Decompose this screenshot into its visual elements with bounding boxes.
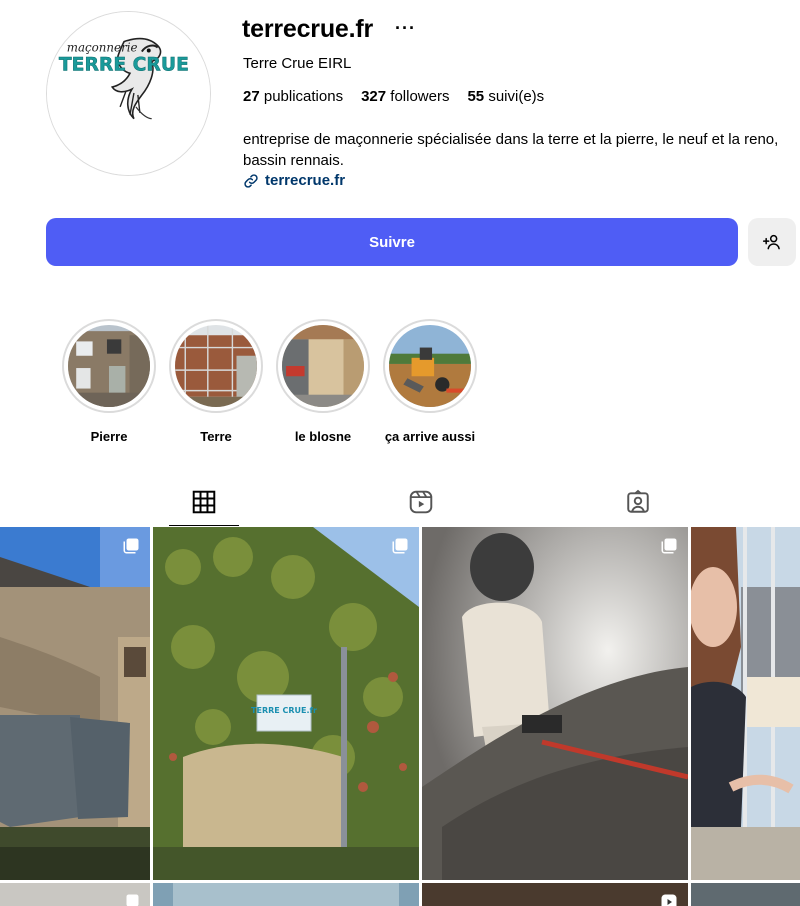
post-photo: TERRE CRUE.fr	[153, 527, 419, 880]
post-tile[interactable]	[691, 883, 800, 906]
tab-posts[interactable]	[169, 478, 239, 526]
highlight-le-blosne[interactable]: le blosne	[268, 319, 378, 444]
profile-link[interactable]: terrecrue.fr	[243, 172, 345, 189]
profile-tabs	[0, 478, 800, 526]
suggest-accounts-button[interactable]	[748, 218, 796, 266]
post-tile[interactable]	[691, 527, 800, 880]
profile-link-text: terrecrue.fr	[265, 172, 346, 189]
carousel-icon	[126, 894, 139, 906]
ellipsis-icon[interactable]: ···	[395, 18, 416, 39]
following-stat[interactable]: 55 suivi(e)s	[467, 88, 544, 105]
posts-count: 27	[243, 88, 260, 105]
highlight-ring	[62, 319, 156, 413]
logo-script-text: maçonnerie	[67, 41, 138, 55]
post-photo	[422, 527, 688, 880]
profile-bio: entreprise de maçonnerie spécialisée dan…	[243, 131, 779, 169]
followers-stat[interactable]: 327 followers	[361, 88, 449, 105]
post-tile[interactable]: TERRE CRUE.fr	[153, 527, 419, 880]
highlight-label: Pierre	[90, 429, 128, 444]
highlight-cover	[282, 325, 364, 407]
grid-icon	[192, 490, 216, 513]
followers-count: 327	[361, 88, 387, 105]
highlight-label: Terre	[200, 429, 232, 444]
highlight-pierre[interactable]: Pierre	[54, 319, 164, 444]
following-label: suivi(e)s	[488, 88, 545, 105]
carousel-icon	[123, 538, 139, 554]
add-person-icon	[762, 234, 780, 250]
logo-brand-text: TERRE CRUE	[59, 54, 189, 75]
post-tile[interactable]	[153, 883, 419, 906]
highlight-ring	[383, 319, 477, 413]
highlight-ring	[169, 319, 263, 413]
highlight-label: ça arrive aussi	[384, 429, 476, 444]
posts-count-stat: 27 publications	[243, 88, 343, 105]
profile-avatar[interactable]: maçonnerie TERRE CRUE	[46, 11, 211, 176]
post-tile[interactable]	[0, 883, 150, 906]
highlight-ca-arrive-aussi[interactable]: ça arrive aussi	[375, 319, 485, 444]
post-sign-text: TERRE CRUE.fr	[251, 706, 317, 715]
carousel-icon	[661, 538, 677, 554]
post-photo	[153, 883, 419, 906]
post-photo	[0, 527, 150, 880]
link-icon	[244, 173, 258, 188]
tab-tagged[interactable]	[603, 478, 673, 526]
followers-label: followers	[390, 88, 450, 105]
highlight-cover	[175, 325, 257, 407]
profile-full-name: Terre Crue EIRL	[243, 55, 352, 72]
highlight-cover	[68, 325, 150, 407]
post-tile[interactable]	[422, 883, 688, 906]
post-photo	[691, 527, 800, 880]
highlight-label: le blosne	[294, 429, 352, 444]
reel-icon	[661, 894, 677, 906]
profile-username: terrecrue.fr	[242, 15, 373, 43]
terre-crue-logo: maçonnerie TERRE CRUE	[47, 12, 210, 175]
post-photo	[691, 883, 800, 906]
post-tile[interactable]	[422, 527, 688, 880]
following-count: 55	[467, 88, 485, 105]
highlight-ring	[276, 319, 370, 413]
highlight-terre[interactable]: Terre	[161, 319, 271, 444]
tagged-icon	[627, 489, 649, 513]
reels-icon	[409, 490, 433, 514]
tab-reels[interactable]	[386, 478, 456, 526]
follow-button[interactable]: Suivre	[46, 218, 738, 266]
post-tile[interactable]	[0, 527, 150, 880]
highlight-cover	[389, 325, 471, 407]
carousel-icon	[392, 538, 408, 554]
post-photo	[422, 883, 688, 906]
posts-label: publications	[263, 88, 344, 105]
profile-stats: 27 publications 327 followers 55 suivi(e…	[243, 88, 544, 105]
